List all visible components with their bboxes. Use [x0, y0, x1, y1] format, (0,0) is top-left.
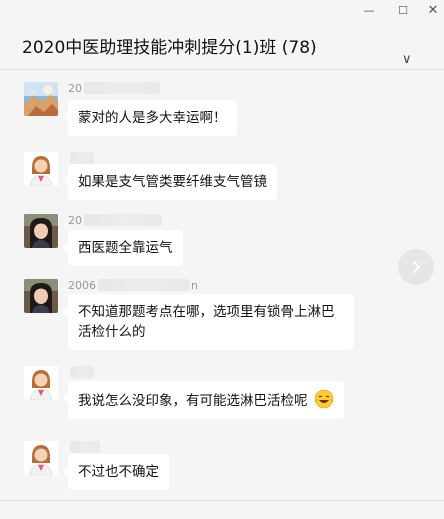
- message-text: 我说怎么没印象，有可能选淋巴活检呢: [78, 393, 308, 409]
- message-bubble[interactable]: 西医题全靠运气: [63, 230, 183, 266]
- sender-name-text: 20: [68, 81, 82, 95]
- girl-avatar[interactable]: [24, 214, 58, 248]
- message-bubble[interactable]: 不过也不确定: [63, 454, 169, 490]
- more-chevron-icon[interactable]: ∨: [402, 52, 412, 67]
- message-text: 如果是支气管类要纤维支气管镜: [78, 174, 267, 190]
- sender-name: [68, 364, 94, 380]
- chevron-right-icon: [413, 261, 420, 273]
- sender-name: 2006 n: [68, 277, 198, 293]
- laughing-crying-emoji: [314, 389, 334, 409]
- sender-name-text: 2006: [68, 278, 96, 292]
- maximize-button[interactable]: ☐: [390, 0, 416, 20]
- blurred-name: [84, 82, 160, 94]
- message-text: 不过也不确定: [78, 464, 159, 480]
- doctor-avatar[interactable]: [24, 366, 58, 400]
- doctor-avatar[interactable]: [24, 441, 58, 475]
- close-button[interactable]: ✕: [420, 0, 444, 20]
- blurred-name: [98, 279, 190, 291]
- sender-name: [68, 439, 100, 455]
- message-text: 西医题全靠运气: [78, 240, 173, 256]
- blurred-name: [70, 441, 100, 453]
- message-bubble[interactable]: 如果是支气管类要纤维支气管镜: [63, 164, 277, 200]
- message-bubble[interactable]: 不知道那题考点在哪，选项里有锁骨上淋巴活检什么的: [63, 294, 354, 350]
- sender-name-suffix: n: [191, 278, 198, 292]
- blurred-name: [70, 366, 94, 378]
- minimize-button[interactable]: —: [356, 0, 382, 20]
- window-titlebar: — ☐ ✕: [0, 0, 444, 22]
- sender-name: 20: [68, 212, 162, 228]
- message-bubble[interactable]: 我说怎么没印象，有可能选淋巴活检呢: [63, 381, 344, 419]
- chat-header: 2020中医助理技能冲刺提分(1)班 (78) ∨: [0, 22, 444, 70]
- blurred-name: [70, 152, 94, 164]
- sender-name-text: 20: [68, 213, 82, 227]
- doctor-avatar[interactable]: [24, 152, 58, 186]
- chat-title: 2020中医助理技能冲刺提分(1)班 (78): [22, 38, 317, 58]
- scenery-avatar[interactable]: [24, 82, 58, 116]
- next-button[interactable]: [398, 249, 434, 285]
- blurred-name: [84, 214, 162, 226]
- input-area-edge: [0, 500, 444, 519]
- girl-avatar[interactable]: [24, 279, 58, 313]
- message-text: 不知道那题考点在哪，选项里有锁骨上淋巴活检什么的: [78, 304, 335, 340]
- message-bubble[interactable]: 蒙对的人是多大幸运啊！: [63, 100, 237, 136]
- message-text: 蒙对的人是多大幸运啊！: [78, 110, 227, 126]
- sender-name: 20: [68, 80, 160, 96]
